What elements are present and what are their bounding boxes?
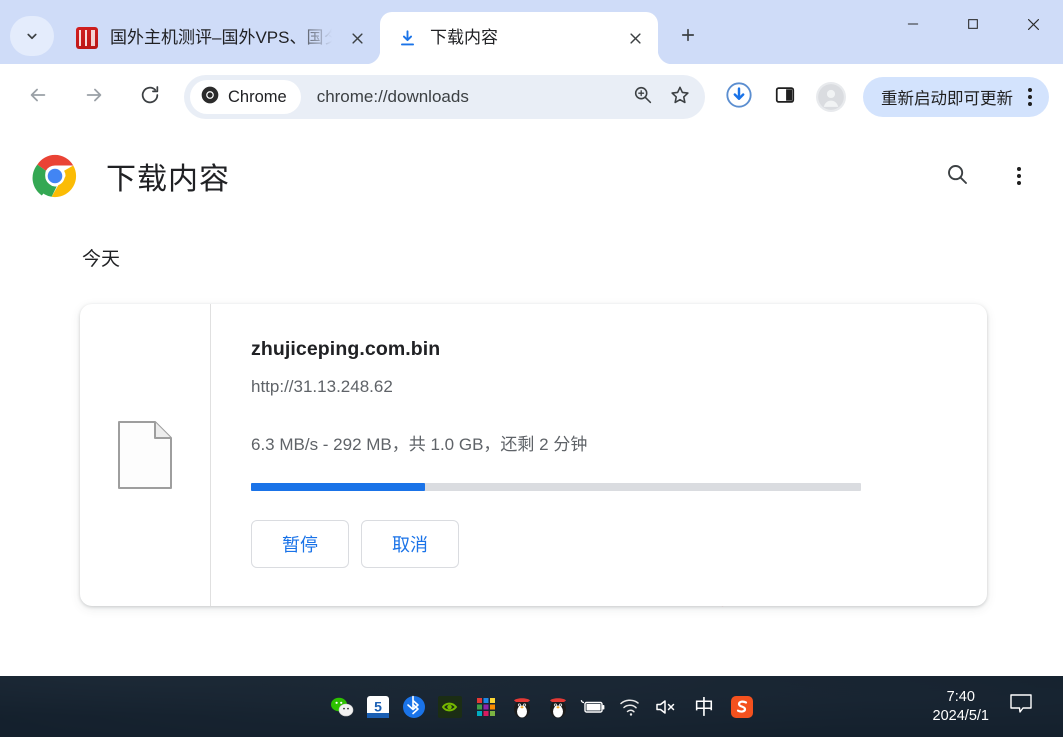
qq-penguin-2-icon[interactable] [540, 682, 576, 732]
taskbar: 5 中 7:40 2024/5/1 [0, 676, 1063, 737]
chevron-down-icon [23, 27, 41, 45]
three-dot-menu-icon[interactable] [1017, 81, 1043, 113]
three-dot-menu-icon [1006, 160, 1032, 192]
volume-muted-icon[interactable] [648, 682, 684, 732]
avatar-icon [816, 82, 846, 112]
site-seal-favicon [76, 27, 98, 49]
download-file-icon-column [80, 304, 211, 606]
chrome-logo-small-icon [200, 85, 220, 110]
star-icon [669, 84, 691, 111]
generic-file-icon [117, 420, 173, 490]
zoom-button[interactable] [623, 78, 661, 116]
tab-title: 下载内容 [430, 28, 498, 47]
chrome-logo [32, 153, 78, 199]
reload-button[interactable] [130, 77, 170, 117]
screen: 国外主机测评–国外VPS、国夕 下载内容 Chrome chrome://dow… [0, 0, 1063, 737]
download-source-url[interactable]: http://31.13.248.62 [251, 377, 961, 397]
cancel-button[interactable]: 取消 [361, 520, 459, 568]
reload-icon [139, 84, 161, 111]
downloads-button[interactable] [719, 77, 759, 117]
zoom-in-icon [632, 84, 653, 110]
clock-time: 7:40 [946, 688, 975, 705]
wifi-icon[interactable] [612, 682, 648, 732]
qq-penguin-icon[interactable] [504, 682, 540, 732]
maximize-button[interactable] [943, 0, 1003, 48]
notification-icon [1008, 692, 1034, 721]
close-window-button[interactable] [1003, 0, 1063, 48]
app-5-icon[interactable]: 5 [360, 682, 396, 732]
profile-button[interactable] [811, 77, 851, 117]
downloads-page-header: 下载内容 [0, 130, 1063, 222]
battery-icon[interactable] [576, 682, 612, 732]
ime-chinese-icon[interactable]: 中 [684, 682, 724, 732]
url-text: chrome://downloads [316, 87, 469, 106]
minimize-button[interactable] [883, 0, 943, 48]
tab-site-review[interactable]: 国外主机测评–国外VPS、国夕 [60, 12, 380, 64]
download-actions: 暂停 取消 [251, 520, 961, 568]
system-tray: 5 中 [304, 682, 760, 732]
download-circle-icon [725, 81, 753, 114]
tab-title: 国外主机测评–国外VPS、国夕 [110, 28, 332, 47]
address-bar[interactable]: Chrome chrome://downloads [184, 75, 705, 119]
pause-button[interactable]: 暂停 [251, 520, 349, 568]
arrow-right-icon [83, 84, 105, 111]
tab-search-button[interactable] [10, 16, 54, 56]
tab-downloads[interactable]: 下载内容 [366, 12, 672, 64]
tab-strip: 国外主机测评–国外VPS、国夕 下载内容 [0, 0, 1063, 64]
browser-toolbar: Chrome chrome://downloads 重新启动即可更新 [0, 64, 1063, 130]
download-file-name: zhujiceping.com.bin [251, 338, 441, 360]
notification-center-button[interactable] [999, 676, 1043, 737]
download-icon [396, 27, 418, 49]
back-button[interactable] [18, 77, 58, 117]
tab-close-button[interactable] [622, 25, 648, 51]
forward-button[interactable] [74, 77, 114, 117]
download-item-body: zhujiceping.com.bin http://31.13.248.62 … [211, 304, 987, 606]
downloads-menu-button[interactable] [999, 156, 1039, 196]
side-panel-button[interactable] [765, 77, 805, 117]
clock-date: 2024/5/1 [932, 707, 989, 724]
new-tab-button[interactable] [670, 19, 706, 55]
browser-window: 国外主机测评–国外VPS、国夕 下载内容 Chrome chrome://dow… [0, 0, 1063, 676]
svg-text:5: 5 [374, 698, 382, 714]
bluetooth-icon[interactable] [396, 682, 432, 732]
search-icon [945, 162, 969, 191]
color-grid-icon[interactable] [468, 682, 504, 732]
chrome-origin-chip[interactable]: Chrome [190, 80, 301, 114]
downloads-search-button[interactable] [937, 156, 977, 196]
page-title: 下载内容 [106, 163, 230, 196]
download-status-text: 6.3 MB/s - 292 MB，共 1.0 GB，还剩 2 分钟 [251, 435, 588, 454]
nvidia-icon[interactable] [432, 682, 468, 732]
bookmark-button[interactable] [661, 78, 699, 116]
svg-text:中: 中 [694, 696, 714, 719]
plus-icon [679, 26, 697, 49]
side-panel-icon [774, 84, 796, 111]
update-button[interactable]: 重新启动即可更新 [863, 77, 1049, 117]
tab-close-button[interactable] [344, 25, 370, 51]
chrome-chip-label: Chrome [228, 87, 287, 106]
wechat-icon[interactable] [324, 682, 360, 732]
downloads-header-actions [937, 156, 1039, 196]
downloads-page: 下载内容 今天 zhujiceping.com.bin http://31.13… [0, 130, 1063, 676]
section-header-today: 今天 [82, 249, 121, 270]
window-controls [883, 0, 1063, 64]
download-item-card[interactable]: zhujiceping.com.bin http://31.13.248.62 … [80, 304, 987, 606]
download-progress-fill [251, 483, 425, 491]
download-progress-bar [251, 483, 861, 491]
update-button-label: 重新启动即可更新 [881, 90, 1013, 108]
sogou-icon[interactable] [724, 682, 760, 732]
taskbar-clock[interactable]: 7:40 2024/5/1 [933, 676, 989, 737]
arrow-left-icon [27, 84, 49, 111]
